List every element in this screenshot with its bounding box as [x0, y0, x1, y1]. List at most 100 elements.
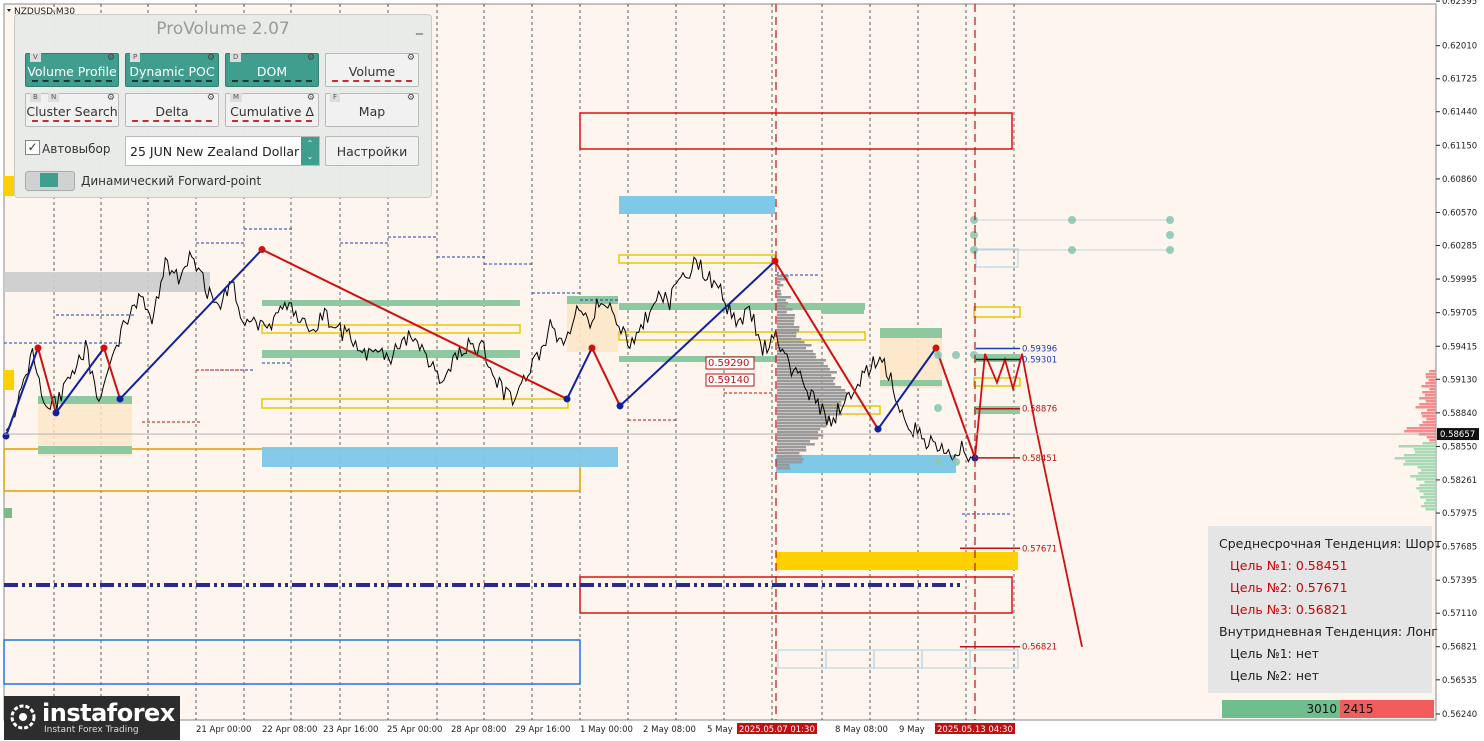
profile-bar: [777, 332, 797, 335]
gear-icon[interactable]: ⚙: [407, 93, 415, 103]
gear-icon[interactable]: ⚙: [207, 53, 215, 63]
profile-bar: [777, 311, 787, 314]
side-histogram-bar: [1419, 484, 1436, 487]
profile-bar: [777, 416, 829, 419]
side-histogram-bar: [1421, 505, 1436, 508]
side-histogram-bar: [1423, 421, 1436, 424]
profile-bar: [777, 461, 802, 464]
target-level-label: 0.59301: [1022, 355, 1057, 365]
profile-bar: [777, 392, 848, 395]
blue-zone-top: [619, 196, 775, 214]
zigzag-point: [35, 344, 42, 351]
y-tick-label: 0.57395: [1442, 576, 1477, 586]
profile-bar: [777, 341, 805, 344]
gear-icon[interactable]: ⚙: [307, 93, 315, 103]
gear-icon[interactable]: ⚙: [407, 53, 415, 63]
side-histogram-bar: [1425, 382, 1436, 385]
y-tick-label: 0.57110: [1442, 609, 1477, 619]
y-tick-label: 0.59995: [1442, 275, 1477, 285]
side-histogram-bar: [1424, 493, 1436, 496]
y-tick-label: 0.61725: [1442, 75, 1477, 85]
minimize-button[interactable]: _: [416, 19, 423, 35]
volume-cluster-zone: [974, 354, 1020, 362]
profile-bar: [777, 299, 786, 302]
profile-bar: [777, 353, 816, 356]
profile-bar: [777, 365, 828, 368]
x-tick-label: 8 May 08:00: [835, 725, 888, 735]
y-tick-label: 0.57975: [1442, 509, 1477, 519]
y-tick-label: 0.61440: [1442, 108, 1477, 118]
intraday-trend-title: Внутридневная Тенденция: Лонг: [1219, 624, 1438, 639]
forward-point-toggle[interactable]: [25, 171, 75, 191]
side-histogram-bar: [1427, 436, 1436, 439]
profile-bar: [777, 401, 841, 404]
instaforex-logo: instaforex Instant Forex Trading: [4, 696, 180, 740]
map-button[interactable]: F ⚙ Map: [325, 93, 419, 127]
x-tick-label: 21 Apr 00:00: [196, 725, 251, 735]
y-tick-label: 0.57685: [1442, 543, 1477, 553]
profile-bar: [777, 467, 790, 470]
side-histogram-bar: [1398, 445, 1436, 448]
y-tick-label: 0.60860: [1442, 175, 1477, 185]
autoselect-checkbox[interactable]: ✓: [25, 140, 40, 155]
profile-bar: [777, 407, 840, 410]
zigzag-point: [875, 426, 882, 433]
profile-bar: [777, 437, 818, 440]
delta-button[interactable]: ⚙ Delta: [125, 93, 219, 127]
cumulative-delta-button[interactable]: M ⚙ Cumulative Δ: [225, 93, 319, 127]
dynamic-poc-button[interactable]: P ⚙ Dynamic POC: [125, 53, 219, 87]
gear-icon[interactable]: ⚙: [107, 93, 115, 103]
volume-sell-value: 2415: [1340, 700, 1434, 718]
left-swatch: [4, 508, 12, 518]
side-histogram-bar: [1429, 379, 1436, 382]
profile-bar: [777, 377, 835, 380]
profile-bar: [777, 344, 812, 347]
logo-tagline: Instant Forex Trading: [44, 725, 139, 735]
side-histogram-bar: [1419, 397, 1436, 400]
side-histogram-bar: [1417, 466, 1436, 469]
side-histogram-bar: [1407, 427, 1436, 430]
profile-bar: [777, 338, 801, 341]
volume-balance-bar: 3010 2415: [1222, 700, 1434, 718]
x-tick-label: 25 Apr 00:00: [387, 725, 442, 735]
side-histogram-bar: [1420, 496, 1436, 499]
volume-profile-button[interactable]: V ⚙ Volume Profile: [25, 53, 119, 87]
side-histogram-bar: [1427, 409, 1436, 412]
profile-bar: [777, 440, 810, 443]
side-histogram-bar: [1422, 415, 1436, 418]
gear-icon[interactable]: ⚙: [307, 53, 315, 63]
settings-button[interactable]: Настройки: [325, 136, 419, 166]
x-tick-label: 28 Apr 08:00: [451, 725, 506, 735]
marker-dot: [1166, 231, 1174, 239]
instaforex-mark-icon: [10, 704, 36, 730]
side-histogram-bar: [1416, 406, 1436, 409]
target-level-label: 0.57671: [1022, 544, 1057, 554]
volume-cluster-zone: [262, 300, 520, 306]
profile-bar: [777, 290, 781, 293]
medium-trend-title: Среднесрочная Тенденция: Шорт: [1219, 536, 1442, 551]
spinner-arrows-icon[interactable]: ⌃ ⌄: [301, 137, 319, 165]
profile-bar: [777, 458, 804, 461]
side-histogram-bar: [1426, 508, 1436, 511]
profile-bar: [777, 308, 793, 311]
gear-icon[interactable]: ⚙: [107, 53, 115, 63]
side-histogram-bar: [1419, 424, 1436, 427]
profile-bar: [777, 395, 847, 398]
x-tick-label: 9 May: [899, 725, 925, 735]
side-histogram-bar: [1416, 478, 1436, 481]
instrument-select[interactable]: 25 JUN New Zealand Dollar ⌃ ⌄: [125, 136, 320, 166]
dom-button[interactable]: D ⚙ DOM: [225, 53, 319, 87]
profile-bar: [777, 383, 835, 386]
cluster-search-button[interactable]: B N ⚙ Cluster Search: [25, 93, 119, 127]
volume-button[interactable]: ⚙ Volume: [325, 53, 419, 87]
volume-cluster-zone: [38, 446, 132, 454]
profile-bar: [777, 413, 842, 416]
marker-dot: [970, 351, 978, 359]
marker-dot: [934, 458, 942, 466]
side-histogram-bar: [1418, 472, 1436, 475]
profile-bar: [777, 356, 816, 359]
side-histogram-bar: [1404, 430, 1436, 433]
profile-bar: [777, 464, 789, 467]
gear-icon[interactable]: ⚙: [207, 93, 215, 103]
side-histogram-bar: [1429, 439, 1436, 442]
